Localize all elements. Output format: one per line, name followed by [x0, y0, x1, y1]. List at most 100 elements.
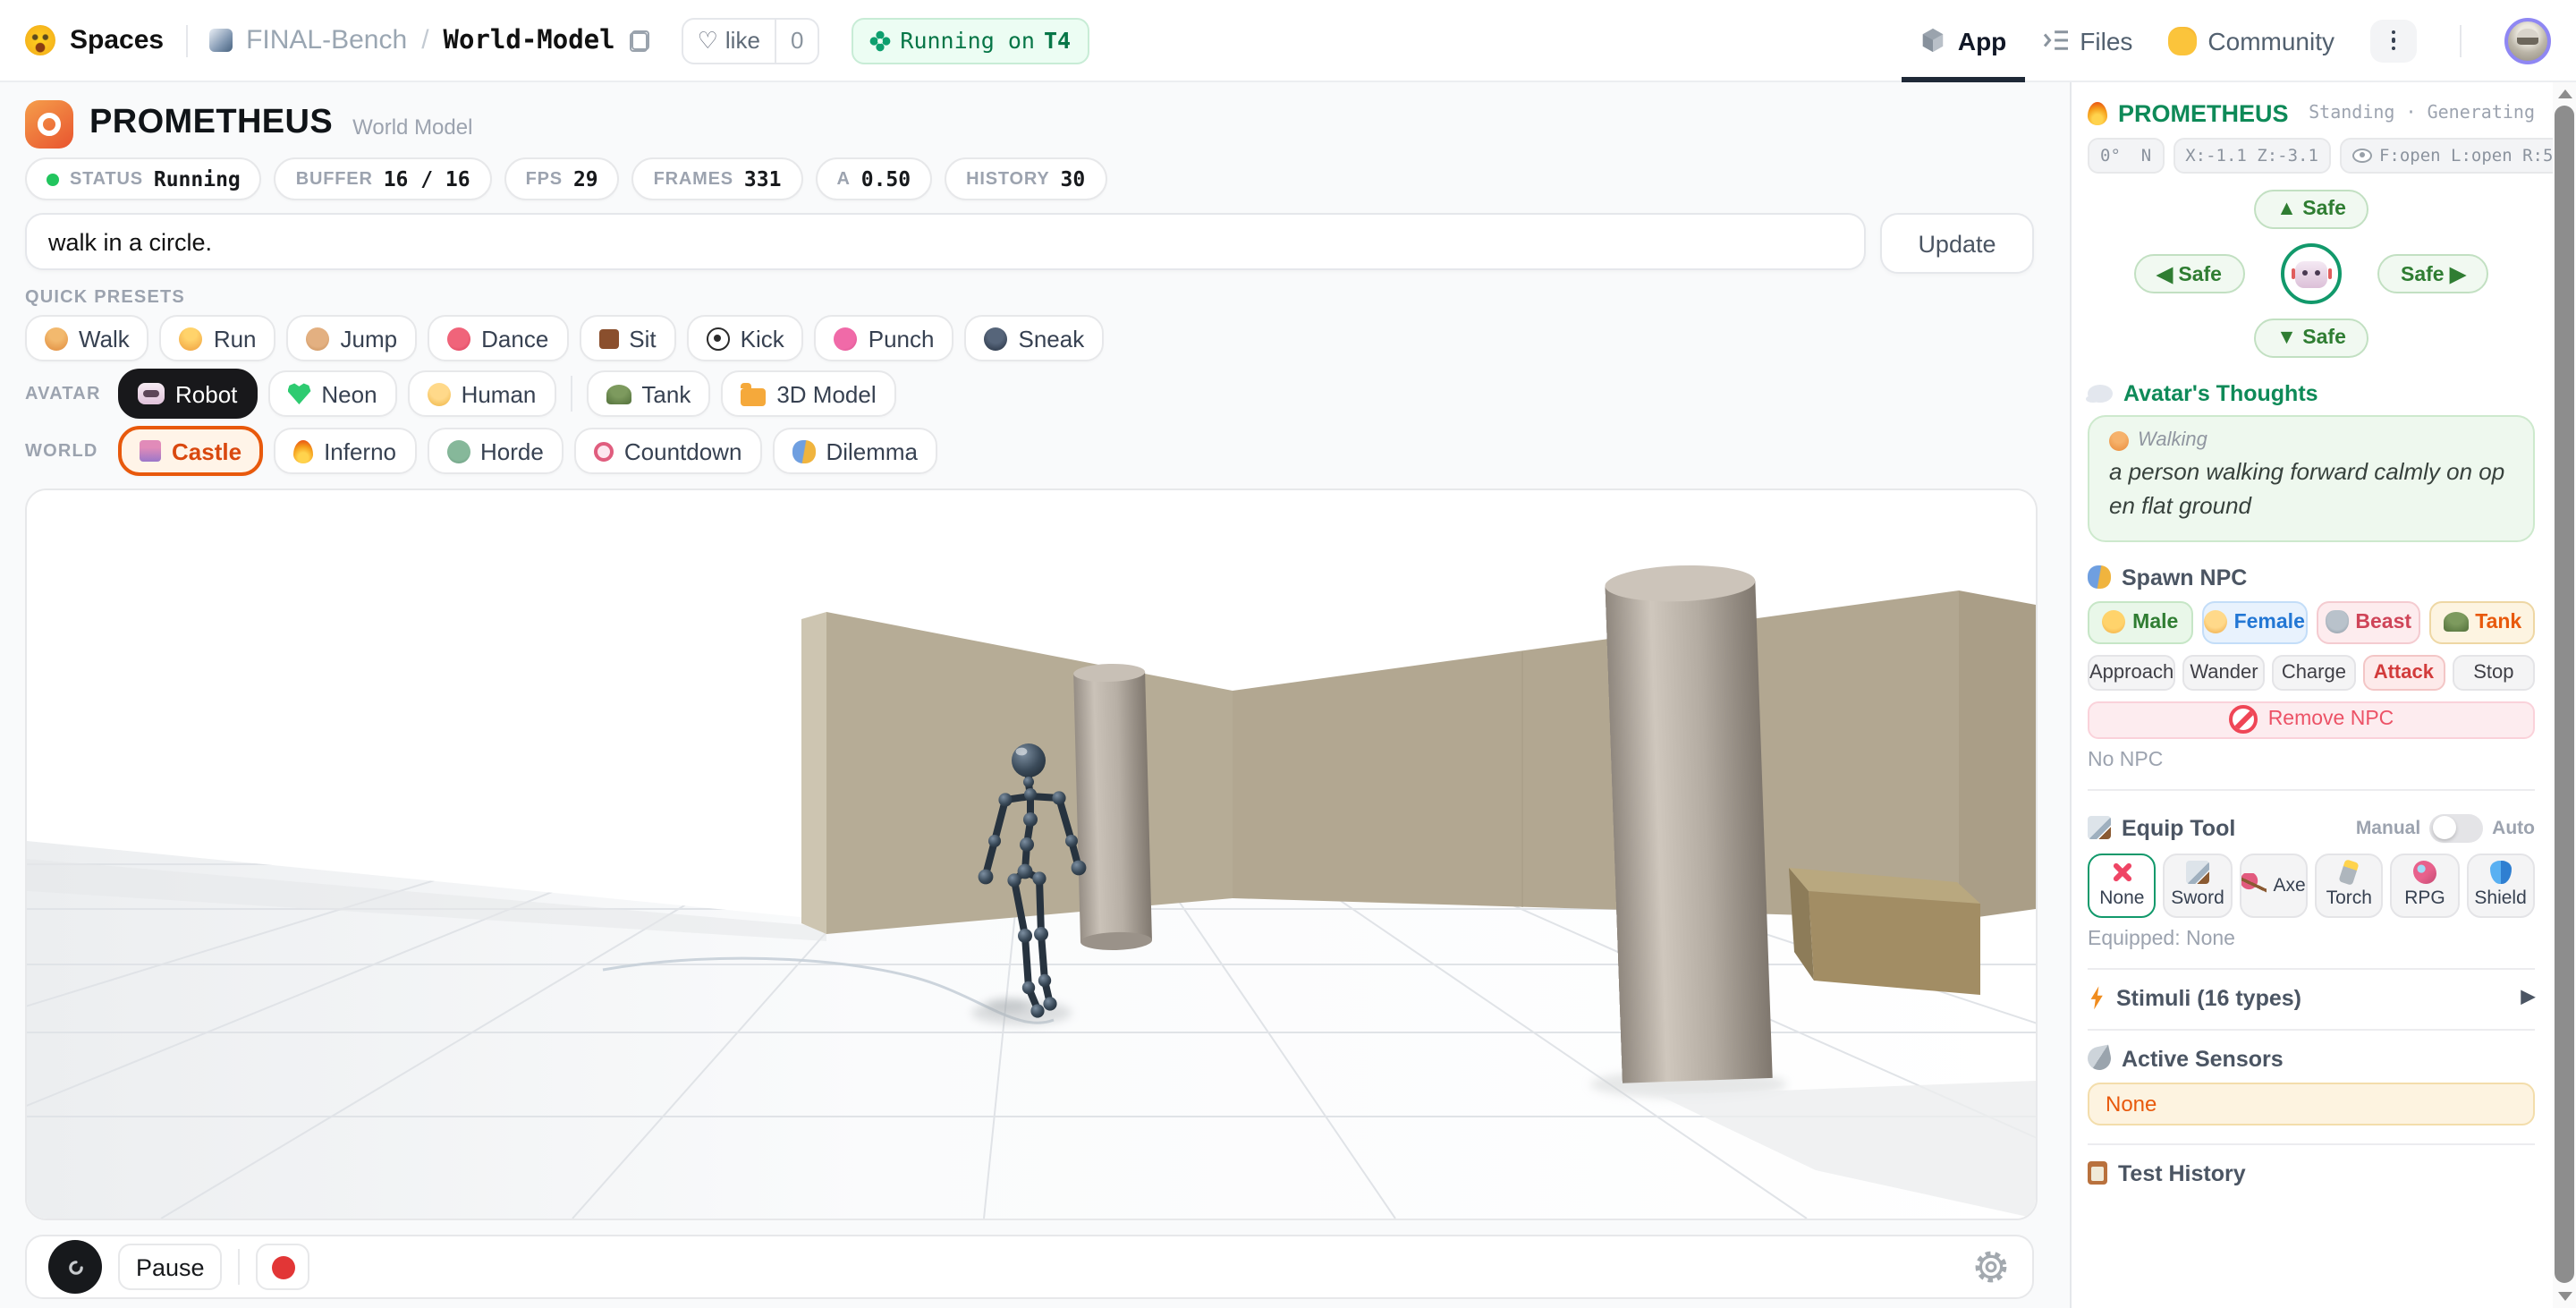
user-avatar[interactable]	[2504, 17, 2551, 64]
cube-icon	[1923, 28, 1945, 53]
spaces-brand[interactable]: Spaces	[70, 25, 164, 55]
reset-button[interactable]	[48, 1240, 102, 1294]
overflow-menu-button[interactable]	[2370, 19, 2417, 62]
spawn-npc-heading: Spawn NPC	[2122, 565, 2248, 590]
active-sensors-value: None	[2088, 1082, 2535, 1125]
walk-icon	[45, 327, 68, 350]
org-avatar-icon[interactable]	[208, 29, 233, 52]
like-widget[interactable]: ♡ like 0	[681, 17, 820, 64]
thoughts-heading: Avatar's Thoughts	[2123, 381, 2318, 406]
world-horde-button[interactable]: Horde	[427, 428, 564, 474]
avatar-tank-button[interactable]: Tank	[586, 370, 711, 417]
thought-text: a person walking forward calmly on open …	[2109, 458, 2505, 519]
preset-kick-button[interactable]: Kick	[686, 315, 804, 361]
tool-shield-button[interactable]: Shield	[2466, 853, 2535, 918]
divider	[238, 1249, 241, 1285]
preset-sit-button[interactable]: Sit	[579, 315, 676, 361]
spawn-female-button[interactable]: Female	[2201, 600, 2307, 644]
npc-action-row: Approach Wander Charge Attack Stop	[2088, 654, 2536, 691]
world-dilemma-button[interactable]: Dilemma	[772, 428, 938, 474]
npc-charge-button[interactable]: Charge	[2272, 654, 2356, 691]
app-logo-icon	[25, 99, 73, 148]
wolf-icon	[2325, 610, 2349, 634]
avatar-human-button[interactable]: Human	[407, 370, 556, 417]
breadcrumb-owner[interactable]: FINAL-Bench	[246, 25, 407, 55]
world-label: WORLD	[25, 441, 98, 461]
preset-run-button[interactable]: Run	[159, 315, 276, 361]
avatar-neon-button[interactable]: Neon	[267, 370, 397, 417]
world-inferno-button[interactable]: Inferno	[274, 428, 417, 474]
tab-files[interactable]: Files	[2042, 0, 2132, 81]
avatar-3dmodel-button[interactable]: 3D Model	[721, 370, 896, 417]
tab-app[interactable]: App	[1902, 0, 2025, 81]
preset-punch-button[interactable]: Punch	[814, 315, 954, 361]
remove-npc-button[interactable]: Remove NPC	[2088, 701, 2535, 739]
main-column: PROMETHEUS World Model STATUS Running BUF…	[25, 82, 2038, 1308]
world-castle-button[interactable]: Castle	[118, 426, 264, 476]
runtime-hardware: T4	[1043, 27, 1072, 54]
panel-title: PROMETHEUS	[2118, 100, 2289, 127]
scroll-down-arrow-icon[interactable]	[2557, 1292, 2572, 1301]
move-forward-button[interactable]: ▲ Safe	[2253, 190, 2369, 229]
soccer-ball-icon	[706, 327, 730, 350]
page-scrollbar[interactable]	[2553, 82, 2576, 1308]
small-column	[1073, 663, 1152, 950]
man-icon	[2102, 610, 2126, 634]
preset-dance-button[interactable]: Dance	[428, 315, 569, 361]
divider	[2088, 967, 2535, 970]
tool-rpg-button[interactable]: RPG	[2390, 853, 2460, 918]
avatar-state: Standing · Generating	[2309, 104, 2535, 123]
top-navbar: Spaces FINAL-Bench / World-Model ♡ like 0…	[0, 0, 2576, 82]
world-countdown-button[interactable]: Countdown	[573, 428, 762, 474]
fire-icon	[293, 439, 314, 463]
pause-button[interactable]: Pause	[118, 1244, 223, 1290]
npc-attack-button[interactable]: Attack	[2362, 654, 2445, 691]
divider	[2460, 24, 2462, 56]
scrollbar-thumb[interactable]	[2555, 106, 2574, 1283]
tool-none-button[interactable]: None	[2088, 853, 2157, 918]
folder-icon	[741, 382, 767, 405]
npc-approach-button[interactable]: Approach	[2088, 654, 2176, 691]
npc-stop-button[interactable]: Stop	[2452, 654, 2536, 691]
tool-axe-button[interactable]: Axe	[2239, 853, 2308, 918]
fps-pill: FPS 29	[504, 157, 620, 200]
scroll-up-arrow-icon[interactable]	[2557, 89, 2572, 98]
equip-mode-toggle[interactable]	[2429, 813, 2484, 843]
world-row: WORLD Castle Inferno Horde Countdown Dil…	[25, 426, 2034, 476]
breadcrumb-space-name[interactable]: World-Model	[444, 26, 615, 55]
settings-button[interactable]	[1971, 1247, 2011, 1287]
like-label: like	[724, 27, 760, 54]
alpha-pill: A 0.50	[815, 157, 933, 200]
move-back-button[interactable]: ▼ Safe	[2253, 319, 2369, 358]
move-left-button[interactable]: ◀ Safe	[2133, 254, 2245, 293]
avatar-robot-button[interactable]: Robot	[118, 369, 258, 419]
divider	[2088, 1028, 2535, 1031]
flashlight-icon	[2338, 859, 2360, 887]
update-button[interactable]: Update	[1880, 213, 2034, 274]
no-entry-icon	[2228, 705, 2258, 735]
sensors-heading: Active Sensors	[2122, 1046, 2284, 1072]
runtime-badge[interactable]: Running on T4	[852, 17, 1089, 64]
preset-jump-button[interactable]: Jump	[286, 315, 418, 361]
move-right-button[interactable]: Safe ▶	[2377, 254, 2489, 293]
npc-status: No NPC	[2088, 749, 2164, 771]
prompt-input[interactable]	[25, 213, 1866, 270]
copy-icon[interactable]	[629, 30, 649, 51]
history-heading: Test History	[2118, 1160, 2246, 1186]
spawn-tank-button[interactable]: Tank	[2429, 600, 2535, 644]
divider	[185, 24, 188, 56]
spawn-male-button[interactable]: Male	[2088, 600, 2193, 644]
world-viewport[interactable]	[25, 488, 2038, 1220]
preset-walk-button[interactable]: Walk	[25, 315, 149, 361]
tool-sword-button[interactable]: Sword	[2163, 853, 2233, 918]
npc-wander-button[interactable]: Wander	[2182, 654, 2266, 691]
record-button[interactable]	[256, 1244, 310, 1290]
preset-sneak-button[interactable]: Sneak	[964, 315, 1105, 361]
tab-community[interactable]: Community	[2168, 0, 2334, 81]
tool-torch-button[interactable]: Torch	[2314, 853, 2384, 918]
equipped-status: Equipped: None	[2088, 928, 2235, 950]
spawn-beast-button[interactable]: Beast	[2316, 600, 2421, 644]
stimuli-section-header[interactable]: Stimuli (16 types) ▶	[2088, 985, 2535, 1010]
expand-arrow-icon[interactable]: ▶	[2521, 988, 2535, 1007]
stimuli-heading: Stimuli (16 types)	[2116, 985, 2301, 1011]
